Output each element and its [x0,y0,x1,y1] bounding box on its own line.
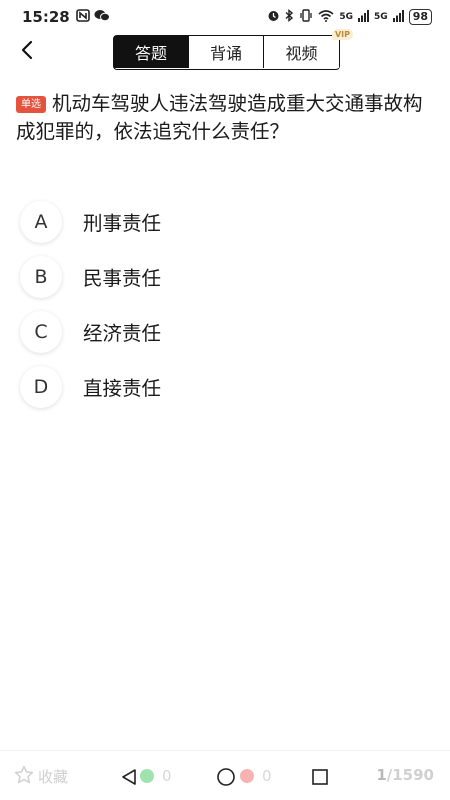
nav-recents-button[interactable] [306,762,334,796]
option-letter: C [20,310,62,353]
nfc-icon [75,8,90,26]
wifi-icon [318,9,334,25]
mode-tabs: 答题 背诵 视频 VIP [113,29,353,70]
progress-total: /1590 [386,766,434,784]
option-text: 民事责任 [83,267,162,290]
triangle-back-icon [120,768,138,790]
wechat-icon [94,9,110,26]
signal-bars-icon [358,9,370,25]
option-text: 经济责任 [83,322,162,345]
circle-home-icon [216,767,236,791]
favorite-label: 收藏 [38,768,69,786]
header: 答题 背诵 视频 VIP [0,29,450,74]
back-button[interactable] [12,36,42,68]
status-bar: 15:28 5G 5G 98 [0,0,450,34]
option-letter: B [20,255,62,298]
option-text: 直接责任 [83,377,162,400]
nav-home-button[interactable] [212,762,240,796]
question-type-badge: 单选 [16,96,46,113]
correct-stat: 0 [140,767,172,785]
vibrate-icon [299,9,313,25]
battery-indicator: 98 [408,9,432,25]
tab-answer[interactable]: 答题 [114,36,189,68]
alarm-icon [267,9,280,25]
status-time: 15:28 [22,8,70,26]
signal-2: 5G [374,12,388,22]
favorite-button[interactable]: 收藏 [14,765,68,788]
options-list: A 刑事责任 B 民事责任 C 经济责任 D 直接责任 [20,194,430,414]
wrong-count: 0 [262,767,272,785]
chevron-left-icon [20,40,34,64]
question: 单选 机动车驾驶人违法驾驶造成重大交通事故构成犯罪的，依法追究什么责任？ [16,90,426,146]
question-text: 机动车驾驶人违法驾驶造成重大交通事故构成犯罪的，依法追究什么责任？ [16,92,423,143]
cross-circle-icon [240,769,254,783]
option-letter: D [20,365,62,408]
signal-bars-icon [392,9,404,25]
option-d[interactable]: D 直接责任 [20,359,430,414]
progress-current: 1 [376,766,387,784]
tab-recite[interactable]: 背诵 [189,36,264,68]
option-c[interactable]: C 经济责任 [20,304,430,359]
option-text: 刑事责任 [83,212,162,235]
tab-video[interactable]: 视频 VIP [264,29,353,68]
question-progress[interactable]: 1/1590 [376,766,434,784]
option-letter: A [20,200,62,243]
vip-badge: VIP [331,29,353,40]
nav-back-button[interactable] [115,762,143,796]
option-a[interactable]: A 刑事责任 [20,194,430,249]
star-icon [14,765,34,788]
wrong-stat: 0 [240,767,272,785]
option-b[interactable]: B 民事责任 [20,249,430,304]
bluetooth-icon [285,9,294,25]
signal-1: 5G [339,12,354,22]
square-recents-icon [311,768,329,790]
correct-count: 0 [162,767,172,785]
tab-video-label: 视频 [285,44,318,63]
